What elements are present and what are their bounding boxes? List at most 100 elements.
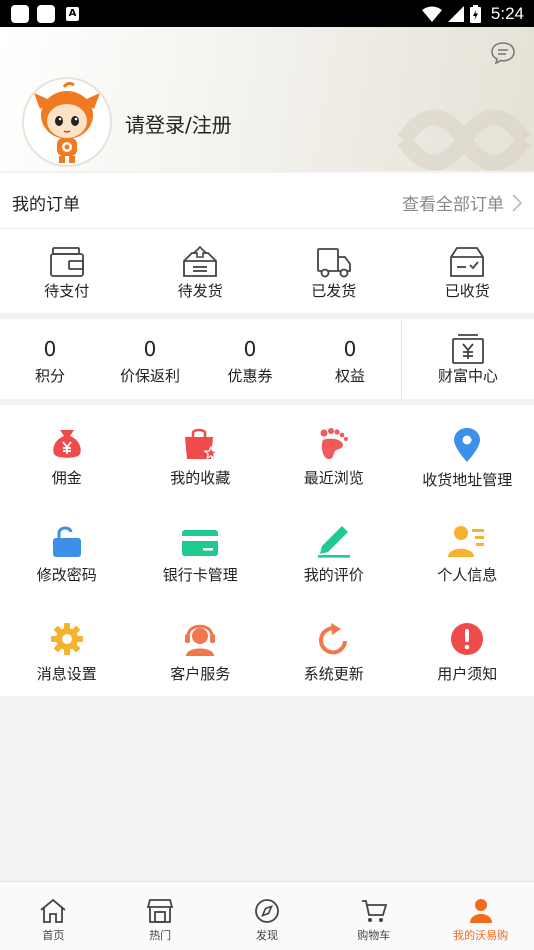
order-state-label: 已收货 <box>444 282 490 300</box>
stat-label: 价保返利 <box>119 367 180 385</box>
user-icon <box>469 899 492 923</box>
login-register-link[interactable]: 请登录/注册 <box>125 109 232 138</box>
price-protection-stat[interactable]: 0 价保返利 <box>100 319 200 399</box>
tab-my-account[interactable]: 我的沃易购 <box>427 882 534 950</box>
gear-icon <box>50 623 83 655</box>
tool-label: 用户须知 <box>437 665 498 683</box>
stat-label: 积分 <box>34 367 65 385</box>
bank-card-management-button[interactable]: 银行卡管理 <box>134 502 268 599</box>
order-state-label: 已发货 <box>311 282 357 300</box>
stat-label: 权益 <box>334 367 365 385</box>
recent-browsing-button[interactable]: 最近浏览 <box>267 405 401 502</box>
service-tools-grid: 佣金 我的收藏 最近浏览 收货地址管理 修改密码 银行卡管理 我的评价 个人信息… <box>0 405 534 696</box>
stat-label: 优惠券 <box>227 367 273 385</box>
tab-label: 热门 <box>149 929 172 942</box>
tab-label: 我的沃易购 <box>453 929 509 942</box>
benefits-stat[interactable]: 0 权益 <box>300 319 400 399</box>
location-pin-icon <box>454 428 481 462</box>
address-management-button[interactable]: 收货地址管理 <box>401 405 534 502</box>
order-state-label: 待支付 <box>44 282 90 300</box>
commission-button[interactable]: 佣金 <box>0 405 134 502</box>
orders-title: 我的订单 <box>12 195 80 215</box>
avatar[interactable] <box>22 77 112 167</box>
tool-label: 修改密码 <box>36 566 97 584</box>
unlock-icon <box>52 526 81 557</box>
message-settings-button[interactable]: 消息设置 <box>0 599 134 696</box>
orders-section-header: 我的订单 查看全部订单 <box>0 173 534 229</box>
change-password-button[interactable]: 修改密码 <box>0 502 134 599</box>
user-card-icon <box>448 526 485 557</box>
status-bar: A 5:24 <box>0 0 534 27</box>
refresh-icon <box>318 623 347 655</box>
user-notice-button[interactable]: 用户须知 <box>401 599 534 696</box>
clock: 5:24 <box>490 3 524 23</box>
app-notification-icon: A <box>66 7 79 21</box>
tool-label: 佣金 <box>51 469 82 487</box>
order-shipped[interactable]: 已发货 <box>267 229 401 313</box>
brand-watermark-icon <box>397 109 531 171</box>
wealth-yuan-icon <box>452 334 484 364</box>
money-bag-icon <box>53 430 81 458</box>
home-icon <box>40 898 66 923</box>
wealth-center-button[interactable]: 财富中心 <box>402 319 534 399</box>
tab-hot[interactable]: 热门 <box>107 882 214 950</box>
tab-label: 购物车 <box>357 929 391 942</box>
tool-label: 我的收藏 <box>170 469 231 487</box>
favorites-button[interactable]: 我的收藏 <box>134 405 268 502</box>
chat-bubble-icon[interactable] <box>490 41 516 65</box>
customer-service-button[interactable]: 客户服务 <box>134 599 268 696</box>
box-upload-icon <box>183 245 218 277</box>
box-check-icon <box>450 247 485 277</box>
view-all-orders-link[interactable]: 查看全部订单 <box>402 190 522 215</box>
wallet-icon <box>49 247 84 277</box>
stat-value: 0 <box>43 337 57 361</box>
customer-service-icon <box>185 624 216 656</box>
account-stats-row: 0 积分 0 价保返利 0 优惠券 0 权益 财富中心 <box>0 319 534 399</box>
points-stat[interactable]: 0 积分 <box>0 319 100 399</box>
tool-label: 收货地址管理 <box>422 471 513 489</box>
tool-label: 个人信息 <box>437 566 498 584</box>
coupons-stat[interactable]: 0 优惠券 <box>200 319 300 399</box>
footprint-icon <box>320 428 348 459</box>
tab-cart[interactable]: 购物车 <box>320 882 427 950</box>
personal-info-button[interactable]: 个人信息 <box>401 502 534 599</box>
favorite-bag-icon <box>185 428 219 460</box>
wealth-center-label: 财富中心 <box>437 367 498 385</box>
bank-card-icon <box>182 530 219 556</box>
profile-header: 请登录/注册 <box>0 27 534 171</box>
tool-label: 客户服务 <box>170 665 231 683</box>
bottom-tab-bar: 首页 热门 发现 购物车 我的沃易购 <box>0 881 534 950</box>
order-state-label: 待发货 <box>177 282 223 300</box>
tool-label: 消息设置 <box>36 665 97 683</box>
alert-icon <box>451 623 484 655</box>
tool-label: 系统更新 <box>303 665 364 683</box>
order-received[interactable]: 已收货 <box>401 229 534 313</box>
pen-icon <box>317 526 350 558</box>
tab-label: 首页 <box>42 929 65 942</box>
chevron-right-icon <box>512 193 522 212</box>
signal-icon <box>447 5 464 22</box>
tab-label: 发现 <box>255 929 278 942</box>
wifi-icon <box>421 6 442 22</box>
mascot-avatar-icon <box>34 81 100 163</box>
order-pending-shipment[interactable]: 待发货 <box>134 229 268 313</box>
stat-value: 0 <box>243 337 257 361</box>
stat-value: 0 <box>143 337 157 361</box>
view-all-orders-label: 查看全部订单 <box>402 195 504 215</box>
my-reviews-button[interactable]: 我的评价 <box>267 502 401 599</box>
notification-icon <box>37 5 55 23</box>
tab-discover[interactable]: 发现 <box>214 882 321 950</box>
tool-label: 最近浏览 <box>303 469 364 487</box>
notification-icon <box>11 5 29 23</box>
system-update-button[interactable]: 系统更新 <box>267 599 401 696</box>
tool-label: 我的评价 <box>303 566 364 584</box>
order-pending-payment[interactable]: 待支付 <box>0 229 134 313</box>
compass-icon <box>255 899 279 923</box>
truck-icon <box>316 248 351 278</box>
store-icon <box>146 899 174 923</box>
tab-home[interactable]: 首页 <box>0 882 107 950</box>
tool-label: 银行卡管理 <box>162 566 238 584</box>
stat-value: 0 <box>343 337 357 361</box>
order-status-row: 待支付 待发货 已发货 已收货 <box>0 229 534 313</box>
cart-icon <box>361 900 387 922</box>
